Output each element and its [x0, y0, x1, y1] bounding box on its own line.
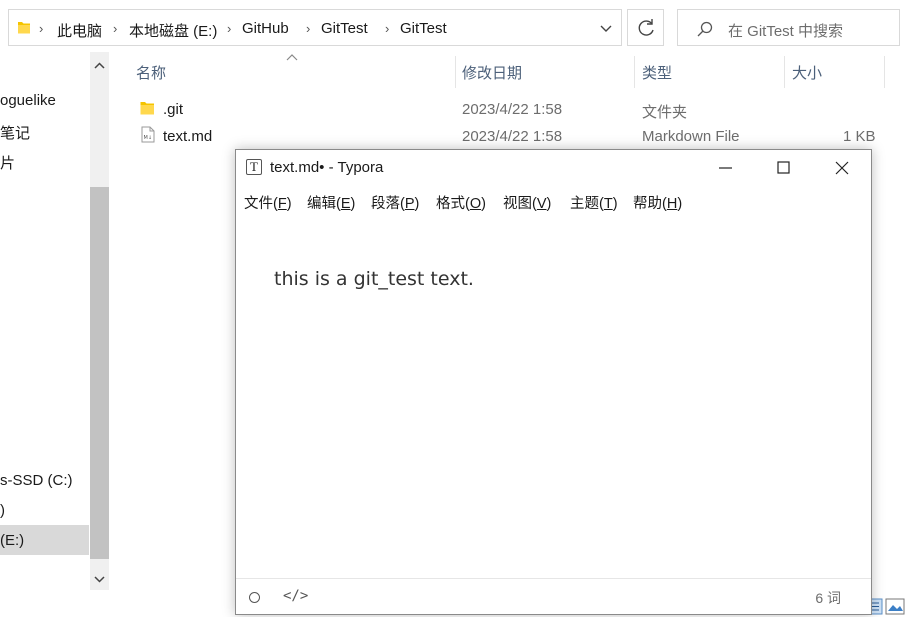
- markdown-file-icon: M↓: [141, 126, 155, 143]
- close-icon: [835, 161, 849, 175]
- column-divider[interactable]: [784, 56, 785, 88]
- refresh-button[interactable]: [627, 9, 664, 46]
- scroll-down-icon[interactable]: [93, 573, 106, 586]
- scrollbar-thumb[interactable]: [90, 187, 109, 559]
- breadcrumb-github[interactable]: GitHub: [242, 20, 289, 37]
- menu-edit[interactable]: 编辑(E): [307, 192, 355, 213]
- folder-icon: [140, 102, 154, 115]
- column-header-modified[interactable]: 修改日期: [462, 62, 522, 83]
- menu-view[interactable]: 视图(V): [503, 192, 551, 213]
- nav-item-roguelike[interactable]: oguelike: [0, 92, 56, 109]
- file-name: .git: [163, 101, 184, 118]
- source-mode-icon[interactable]: </>: [283, 588, 308, 604]
- minimize-icon: [719, 167, 732, 169]
- maximize-button[interactable]: [755, 150, 813, 186]
- menu-format[interactable]: 格式(O): [436, 192, 486, 213]
- svg-text:M↓: M↓: [144, 135, 153, 141]
- chevron-right-icon[interactable]: ›: [39, 21, 43, 36]
- column-header-type[interactable]: 类型: [642, 62, 672, 83]
- file-modified: 2023/4/22 1:58: [462, 101, 563, 118]
- nav-item-drive-e[interactable]: (E:): [0, 532, 24, 549]
- search-icon: [697, 21, 713, 37]
- sort-ascending-icon: [286, 54, 298, 61]
- address-bar[interactable]: › 此电脑 › 本地磁盘 (E:) › GitHub › GitTest › G…: [8, 9, 622, 46]
- column-header-name[interactable]: 名称: [136, 62, 166, 83]
- breadcrumb-drive-e[interactable]: 本地磁盘 (E:): [129, 20, 217, 41]
- file-size: 1 KB: [843, 128, 876, 145]
- column-divider[interactable]: [884, 56, 885, 88]
- outline-toggle-icon[interactable]: [249, 592, 260, 603]
- menu-theme[interactable]: 主题(T): [570, 192, 618, 213]
- minimize-button[interactable]: [697, 150, 755, 186]
- chevron-right-icon[interactable]: ›: [385, 21, 389, 36]
- column-divider[interactable]: [634, 56, 635, 88]
- column-header-size[interactable]: 大小: [792, 62, 822, 83]
- menu-file[interactable]: 文件(F): [244, 192, 292, 213]
- menu-help[interactable]: 帮助(H): [633, 192, 682, 213]
- search-placeholder: 在 GitTest 中搜索: [728, 23, 844, 40]
- menu-bar: 文件(F) 编辑(E) 段落(P) 格式(O) 视图(V) 主题(T) 帮助(H…: [236, 187, 871, 215]
- breadcrumb-gittest[interactable]: GitTest: [321, 20, 368, 37]
- file-name: text.md: [163, 128, 213, 145]
- word-count[interactable]: 6 词: [815, 588, 841, 608]
- file-type: Markdown File: [642, 128, 740, 145]
- breadcrumb-this-pc[interactable]: 此电脑: [57, 20, 102, 41]
- menu-paragraph[interactable]: 段落(P): [371, 192, 419, 213]
- nav-scrollbar[interactable]: [90, 52, 109, 590]
- nav-item-drive-d[interactable]: ): [0, 502, 5, 519]
- chevron-down-icon[interactable]: [599, 21, 613, 35]
- editor-content[interactable]: this is a git_test text.: [274, 268, 474, 290]
- typora-logo-icon: T: [246, 159, 262, 175]
- chevron-right-icon[interactable]: ›: [227, 21, 231, 36]
- status-bar: </> 6 词: [236, 578, 871, 614]
- refresh-icon: [638, 19, 654, 36]
- chevron-right-icon[interactable]: ›: [113, 21, 117, 36]
- scroll-up-icon[interactable]: [93, 59, 106, 72]
- title-bar[interactable]: T text.md• - Typora: [236, 150, 871, 186]
- file-modified: 2023/4/22 1:58: [462, 128, 563, 145]
- large-icons-view-icon: [885, 598, 905, 615]
- close-button[interactable]: [813, 150, 871, 186]
- maximize-icon: [777, 161, 790, 174]
- nav-item-pictures[interactable]: 片: [0, 152, 15, 173]
- folder-icon: [18, 22, 30, 34]
- breadcrumb-gittest-current[interactable]: GitTest: [400, 20, 447, 37]
- nav-item-notes[interactable]: 笔记: [0, 122, 30, 143]
- nav-item-drive-c[interactable]: s-SSD (C:): [0, 472, 73, 489]
- search-box[interactable]: 在 GitTest 中搜索: [677, 9, 900, 46]
- chevron-right-icon[interactable]: ›: [306, 21, 310, 36]
- window-title: text.md• - Typora: [270, 159, 384, 176]
- typora-window[interactable]: T text.md• - Typora 文件(F) 编辑(E) 段落(P) 格式…: [235, 149, 872, 615]
- file-type: 文件夹: [642, 104, 688, 121]
- column-divider[interactable]: [455, 56, 456, 88]
